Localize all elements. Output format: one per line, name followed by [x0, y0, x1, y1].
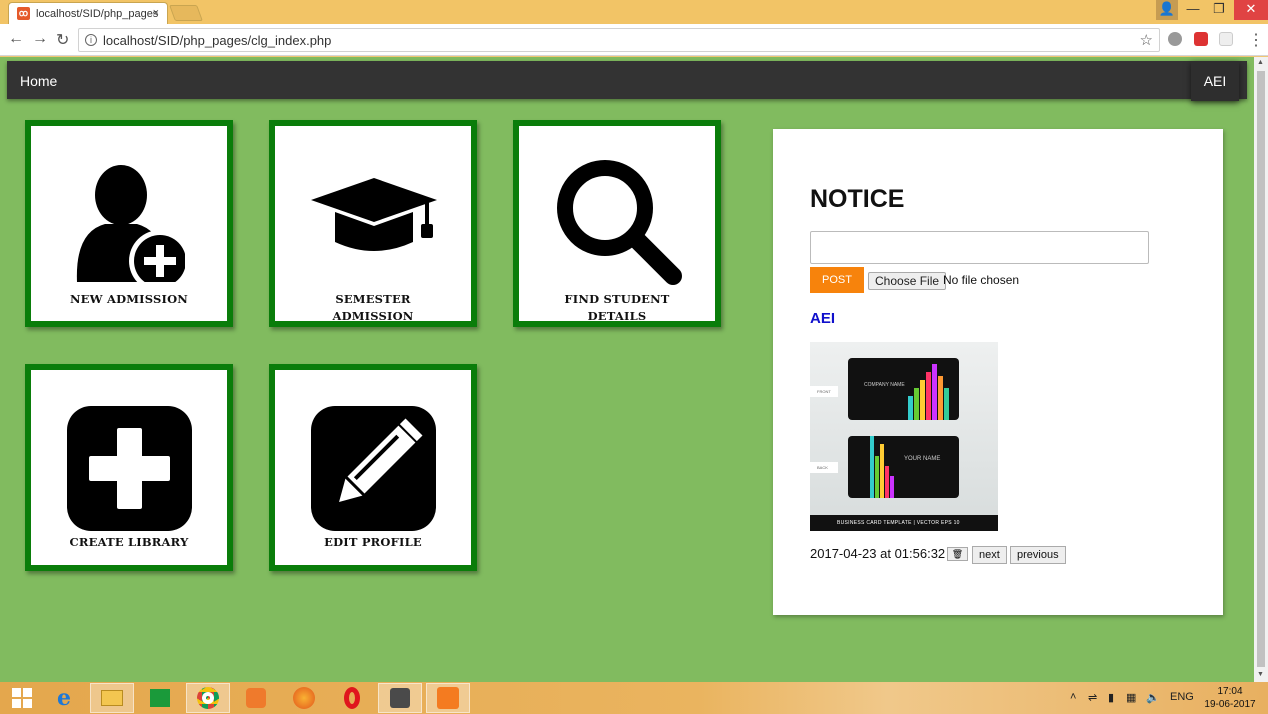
browser-toolbar: ← → ↻ i localhost/SID/php_pages/clg_inde…	[0, 24, 1268, 56]
ie-icon[interactable]: e	[42, 683, 86, 713]
info-icon[interactable]: i	[85, 34, 97, 46]
app-orange-icon[interactable]	[234, 683, 278, 713]
page-content: Home AEI NEW ADMISSION SEMESTER ADMISSIO…	[0, 57, 1254, 682]
notice-title: NOTICE	[810, 185, 905, 213]
tile-label: SEMESTER ADMISSION	[332, 292, 414, 323]
choose-file-button[interactable]: Choose File	[868, 272, 947, 290]
forward-icon[interactable]: →	[32, 30, 48, 48]
address-bar[interactable]: i localhost/SID/php_pages/clg_index.php …	[78, 28, 1160, 52]
notice-textarea[interactable]	[810, 231, 1149, 264]
nav-home-link[interactable]: Home	[20, 73, 57, 89]
notice-image: FRONT COMPANY NAME BACK YOUR NAME BUSINE…	[810, 342, 998, 531]
chrome-icon[interactable]	[186, 683, 230, 713]
sublime-text-icon[interactable]	[378, 683, 422, 713]
tray-battery-icon[interactable]: ▮	[1108, 691, 1114, 704]
clock-time: 17:04	[1217, 686, 1243, 697]
tray-network-icon[interactable]: ⇌	[1088, 691, 1097, 704]
back-label: BACK	[810, 462, 838, 473]
reload-icon[interactable]: ↻	[56, 30, 69, 50]
browser-tab[interactable]: ꝏ localhost/SID/php_pages ×	[8, 2, 168, 24]
user-profile-icon[interactable]: 👤	[1156, 0, 1178, 20]
tray-signal-icon[interactable]: ▦	[1126, 691, 1136, 704]
color-bars-graphic	[870, 436, 894, 498]
tile-label: FIND STUDENT DETAILS	[564, 292, 670, 323]
next-button[interactable]: next	[972, 546, 1007, 564]
clock-date: 19-06-2017	[1204, 699, 1256, 710]
minimize-icon[interactable]: —	[1180, 0, 1206, 20]
notice-panel: NOTICE POST Choose File No file chosen A…	[773, 129, 1223, 615]
windows-taskbar: e ˄ ⇌ ▮ ▦ 🔈 ENG 17:04 19-06-2017	[0, 682, 1268, 714]
previous-button[interactable]: previous	[1010, 546, 1066, 564]
image-footer-text: BUSINESS CARD TEMPLATE | VECTOR EPS 10	[810, 515, 998, 531]
add-user-icon	[76, 165, 185, 282]
search-icon	[557, 160, 682, 285]
tray-expand-icon[interactable]: ˄	[1070, 691, 1076, 703]
business-card-back: YOUR NAME	[848, 436, 959, 498]
your-name-text: YOUR NAME	[904, 456, 941, 462]
menu-kebab-icon[interactable]: ⋮	[1248, 30, 1264, 50]
xampp-favicon-icon: ꝏ	[17, 7, 30, 20]
tile-new-admission[interactable]: NEW ADMISSION	[25, 120, 233, 327]
notice-poster-name[interactable]: AEI	[810, 310, 835, 327]
store-icon[interactable]	[138, 683, 182, 713]
url-text: localhost/SID/php_pages/clg_index.php	[103, 32, 332, 48]
file-status-text: No file chosen	[943, 273, 1020, 287]
tray-volume-icon[interactable]: 🔈	[1146, 691, 1160, 704]
close-window-icon[interactable]: ✕	[1234, 0, 1268, 20]
file-explorer-icon[interactable]	[90, 683, 134, 713]
notice-timestamp: 2017-04-23 at 01:56:32	[810, 546, 946, 561]
front-label: FRONT	[810, 386, 838, 397]
browser-titlebar: ꝏ localhost/SID/php_pages × 👤 — ❐ ✕	[0, 0, 1268, 24]
scroll-thumb[interactable]	[1257, 71, 1265, 667]
post-button[interactable]: POST	[810, 267, 864, 293]
start-windows-icon[interactable]	[0, 683, 44, 713]
graduation-cap-icon	[311, 178, 437, 251]
maximize-icon[interactable]: ❐	[1206, 0, 1232, 20]
tile-label: CREATE LIBRARY	[69, 535, 189, 549]
tile-semester-admission[interactable]: SEMESTER ADMISSION	[269, 120, 477, 327]
tile-label: EDIT PROFILE	[324, 535, 422, 549]
taskbar-clock[interactable]: 17:04 19-06-2017	[1203, 685, 1257, 711]
tab-close-icon[interactable]: ×	[153, 7, 159, 19]
tab-title: localhost/SID/php_pages	[36, 7, 159, 20]
tile-find-student[interactable]: FIND STUDENT DETAILS	[513, 120, 721, 327]
extension-globe-icon[interactable]	[1168, 32, 1182, 46]
opera-icon[interactable]	[330, 683, 374, 713]
extension-conv-icon[interactable]	[1219, 32, 1233, 46]
tray-language[interactable]: ENG	[1170, 691, 1194, 703]
tile-create-library[interactable]: CREATE LIBRARY	[25, 364, 233, 571]
business-card-front: COMPANY NAME	[848, 358, 959, 420]
tile-label: NEW ADMISSION	[69, 292, 189, 306]
scroll-down-icon[interactable]: ▼	[1257, 671, 1264, 678]
back-icon[interactable]: ←	[8, 30, 24, 48]
page-scrollbar[interactable]: ▲ ▼	[1254, 57, 1268, 682]
firefox-icon[interactable]	[282, 683, 326, 713]
company-name-text: COMPANY NAME	[864, 382, 905, 388]
delete-icon[interactable]: 🗑	[947, 547, 968, 561]
plus-box-icon	[67, 406, 192, 531]
bookmark-star-icon[interactable]: ☆	[1140, 31, 1153, 49]
new-tab-button[interactable]	[169, 5, 203, 21]
tile-edit-profile[interactable]: EDIT PROFILE	[269, 364, 477, 571]
top-navbar: Home AEI	[7, 61, 1247, 101]
scroll-up-icon[interactable]: ▲	[1257, 59, 1264, 66]
pencil-box-icon	[311, 406, 436, 531]
nav-user-menu[interactable]: AEI	[1191, 61, 1239, 101]
color-bars-graphic	[908, 364, 949, 420]
xampp-icon[interactable]	[426, 683, 470, 713]
extension-shield-icon[interactable]	[1194, 32, 1208, 46]
